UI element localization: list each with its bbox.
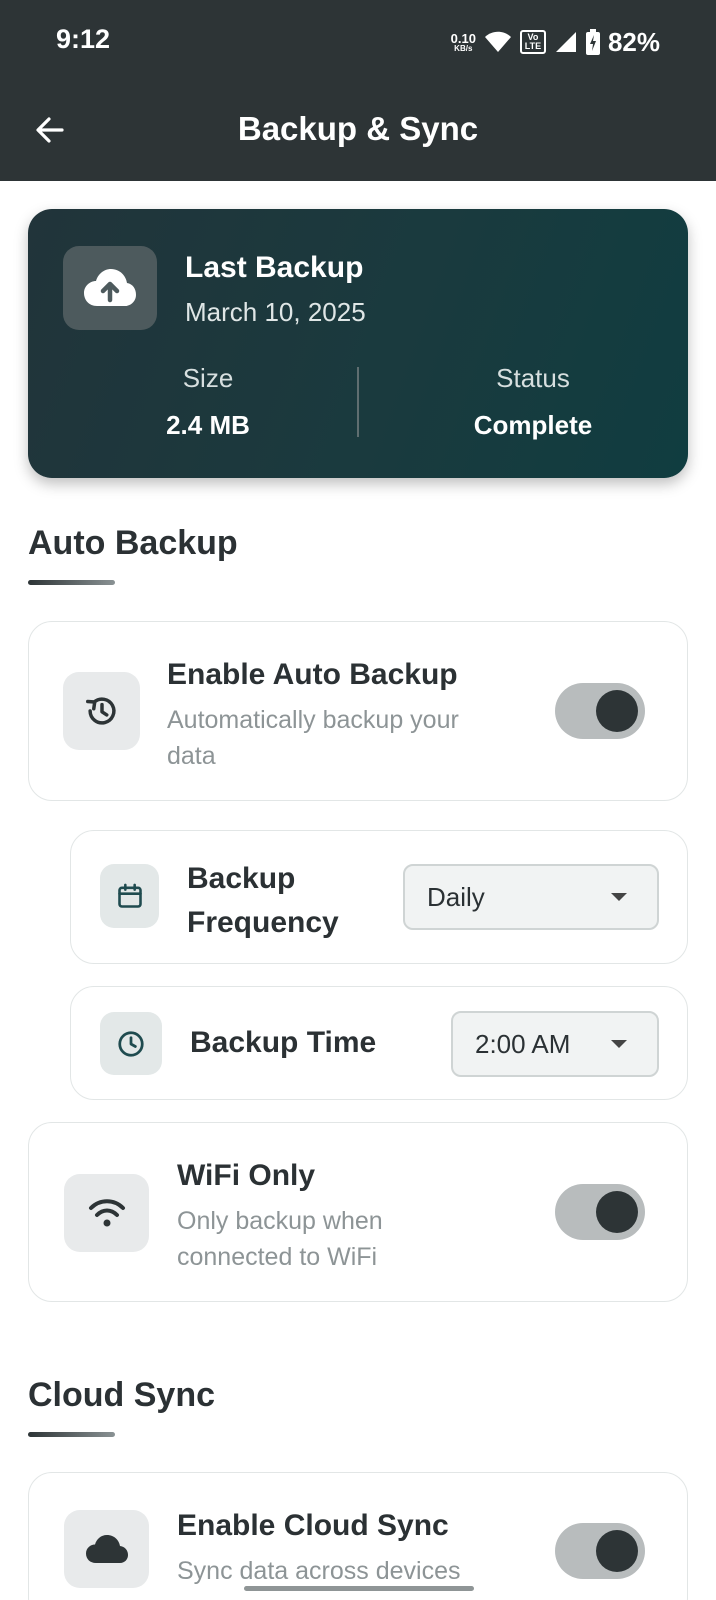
calendar-icon (117, 883, 142, 908)
backup-time-select[interactable]: 2:00 AM (451, 1011, 659, 1077)
backup-frequency-card: Backup Frequency Daily (70, 830, 688, 964)
size-stat: Size 2.4 MB (58, 363, 358, 441)
backup-frequency-title: Backup Frequency (187, 857, 339, 945)
auto-backup-toggle[interactable] (555, 683, 645, 739)
wifi-status-icon (484, 31, 511, 52)
enable-cloud-sync-card: Enable Cloud Sync Sync data across devic… (28, 1472, 688, 1600)
home-indicator[interactable] (244, 1586, 474, 1591)
stat-divider (357, 367, 359, 437)
enable-auto-backup-subtitle-line1: Automatically backup your (167, 706, 459, 734)
volte-icon: Vo LTE (519, 30, 546, 54)
auto-backup-section-underline (28, 580, 115, 585)
cloud-sync-section-title: Cloud Sync (28, 1376, 216, 1414)
wifi-only-subtitle-line2: connected to WiFi (177, 1243, 378, 1271)
wifi-icon-box (64, 1174, 149, 1252)
cloud-icon (85, 1535, 128, 1563)
status-stat: Status Complete (383, 363, 683, 441)
wifi-only-card: WiFi Only Only backup when connected to … (28, 1122, 688, 1302)
auto-backup-icon-box (63, 672, 140, 750)
backup-time-value: 2:00 AM (475, 1028, 571, 1059)
network-speed-value: 0.10 (450, 30, 476, 46)
wifi-icon (88, 1199, 125, 1227)
wifi-only-title: WiFi Only (177, 1159, 316, 1192)
status-value: Complete (473, 410, 593, 440)
network-speed: 0.10 KB/s (451, 32, 476, 53)
enable-auto-backup-subtitle: Automatically backup your data (167, 702, 459, 774)
toggle-knob (596, 690, 638, 732)
backup-frequency-title-line2: Frequency (187, 906, 339, 939)
hero-icon-box (63, 246, 157, 330)
toggle-knob (596, 1530, 638, 1572)
auto-backup-section-title: Auto Backup (28, 524, 238, 562)
battery-percent: 82% (607, 26, 660, 57)
enable-auto-backup-subtitle-line2: data (167, 742, 216, 770)
backup-time-card: Backup Time 2:00 AM (70, 986, 688, 1100)
size-label: Size (182, 363, 234, 393)
backup-frequency-value: Daily (427, 881, 485, 912)
last-backup-date: March 10, 2025 (185, 297, 366, 327)
last-backup-card: Last Backup March 10, 2025 Size 2.4 MB S… (28, 209, 688, 478)
status-label: Status (496, 363, 570, 393)
wifi-only-subtitle: Only backup when connected to WiFi (177, 1203, 383, 1275)
frequency-icon-box (100, 864, 159, 928)
backup-frequency-title-line1: Backup (187, 862, 296, 895)
backup-frequency-select[interactable]: Daily (403, 864, 659, 930)
network-speed-unit: KB/s (454, 43, 473, 53)
cloud-sync-section-underline (28, 1432, 115, 1437)
chevron-down-icon (611, 1040, 627, 1048)
signal-icon (555, 32, 576, 52)
cloud-upload-icon (84, 269, 136, 306)
wifi-only-toggle[interactable] (555, 1184, 645, 1240)
status-time: 9:12 (56, 24, 111, 54)
volte-bottom: LTE (524, 41, 542, 51)
enable-cloud-sync-title: Enable Cloud Sync (177, 1509, 449, 1542)
status-icons: 0.10 KB/s Vo LTE 82% (451, 26, 660, 58)
enable-cloud-sync-subtitle: Sync data across devices (177, 1557, 461, 1585)
app-bar: 9:12 0.10 KB/s Vo LTE 82% Backup & Sync (0, 0, 716, 181)
enable-auto-backup-title: Enable Auto Backup (167, 658, 458, 691)
last-backup-label: Last Backup (185, 251, 364, 284)
enable-auto-backup-card: Enable Auto Backup Automatically backup … (28, 621, 688, 801)
cloud-sync-toggle[interactable] (555, 1523, 645, 1579)
size-value: 2.4 MB (166, 410, 250, 440)
history-icon (85, 697, 116, 725)
chevron-down-icon (611, 893, 627, 901)
page-title: Backup & Sync (237, 110, 479, 147)
cloud-icon-box (64, 1510, 149, 1588)
toggle-knob (596, 1191, 638, 1233)
wifi-only-subtitle-line1: Only backup when (177, 1207, 383, 1235)
backup-time-title: Backup Time (190, 1026, 377, 1059)
clock-icon (118, 1030, 144, 1057)
battery-icon (585, 29, 600, 55)
time-icon-box (100, 1012, 162, 1075)
